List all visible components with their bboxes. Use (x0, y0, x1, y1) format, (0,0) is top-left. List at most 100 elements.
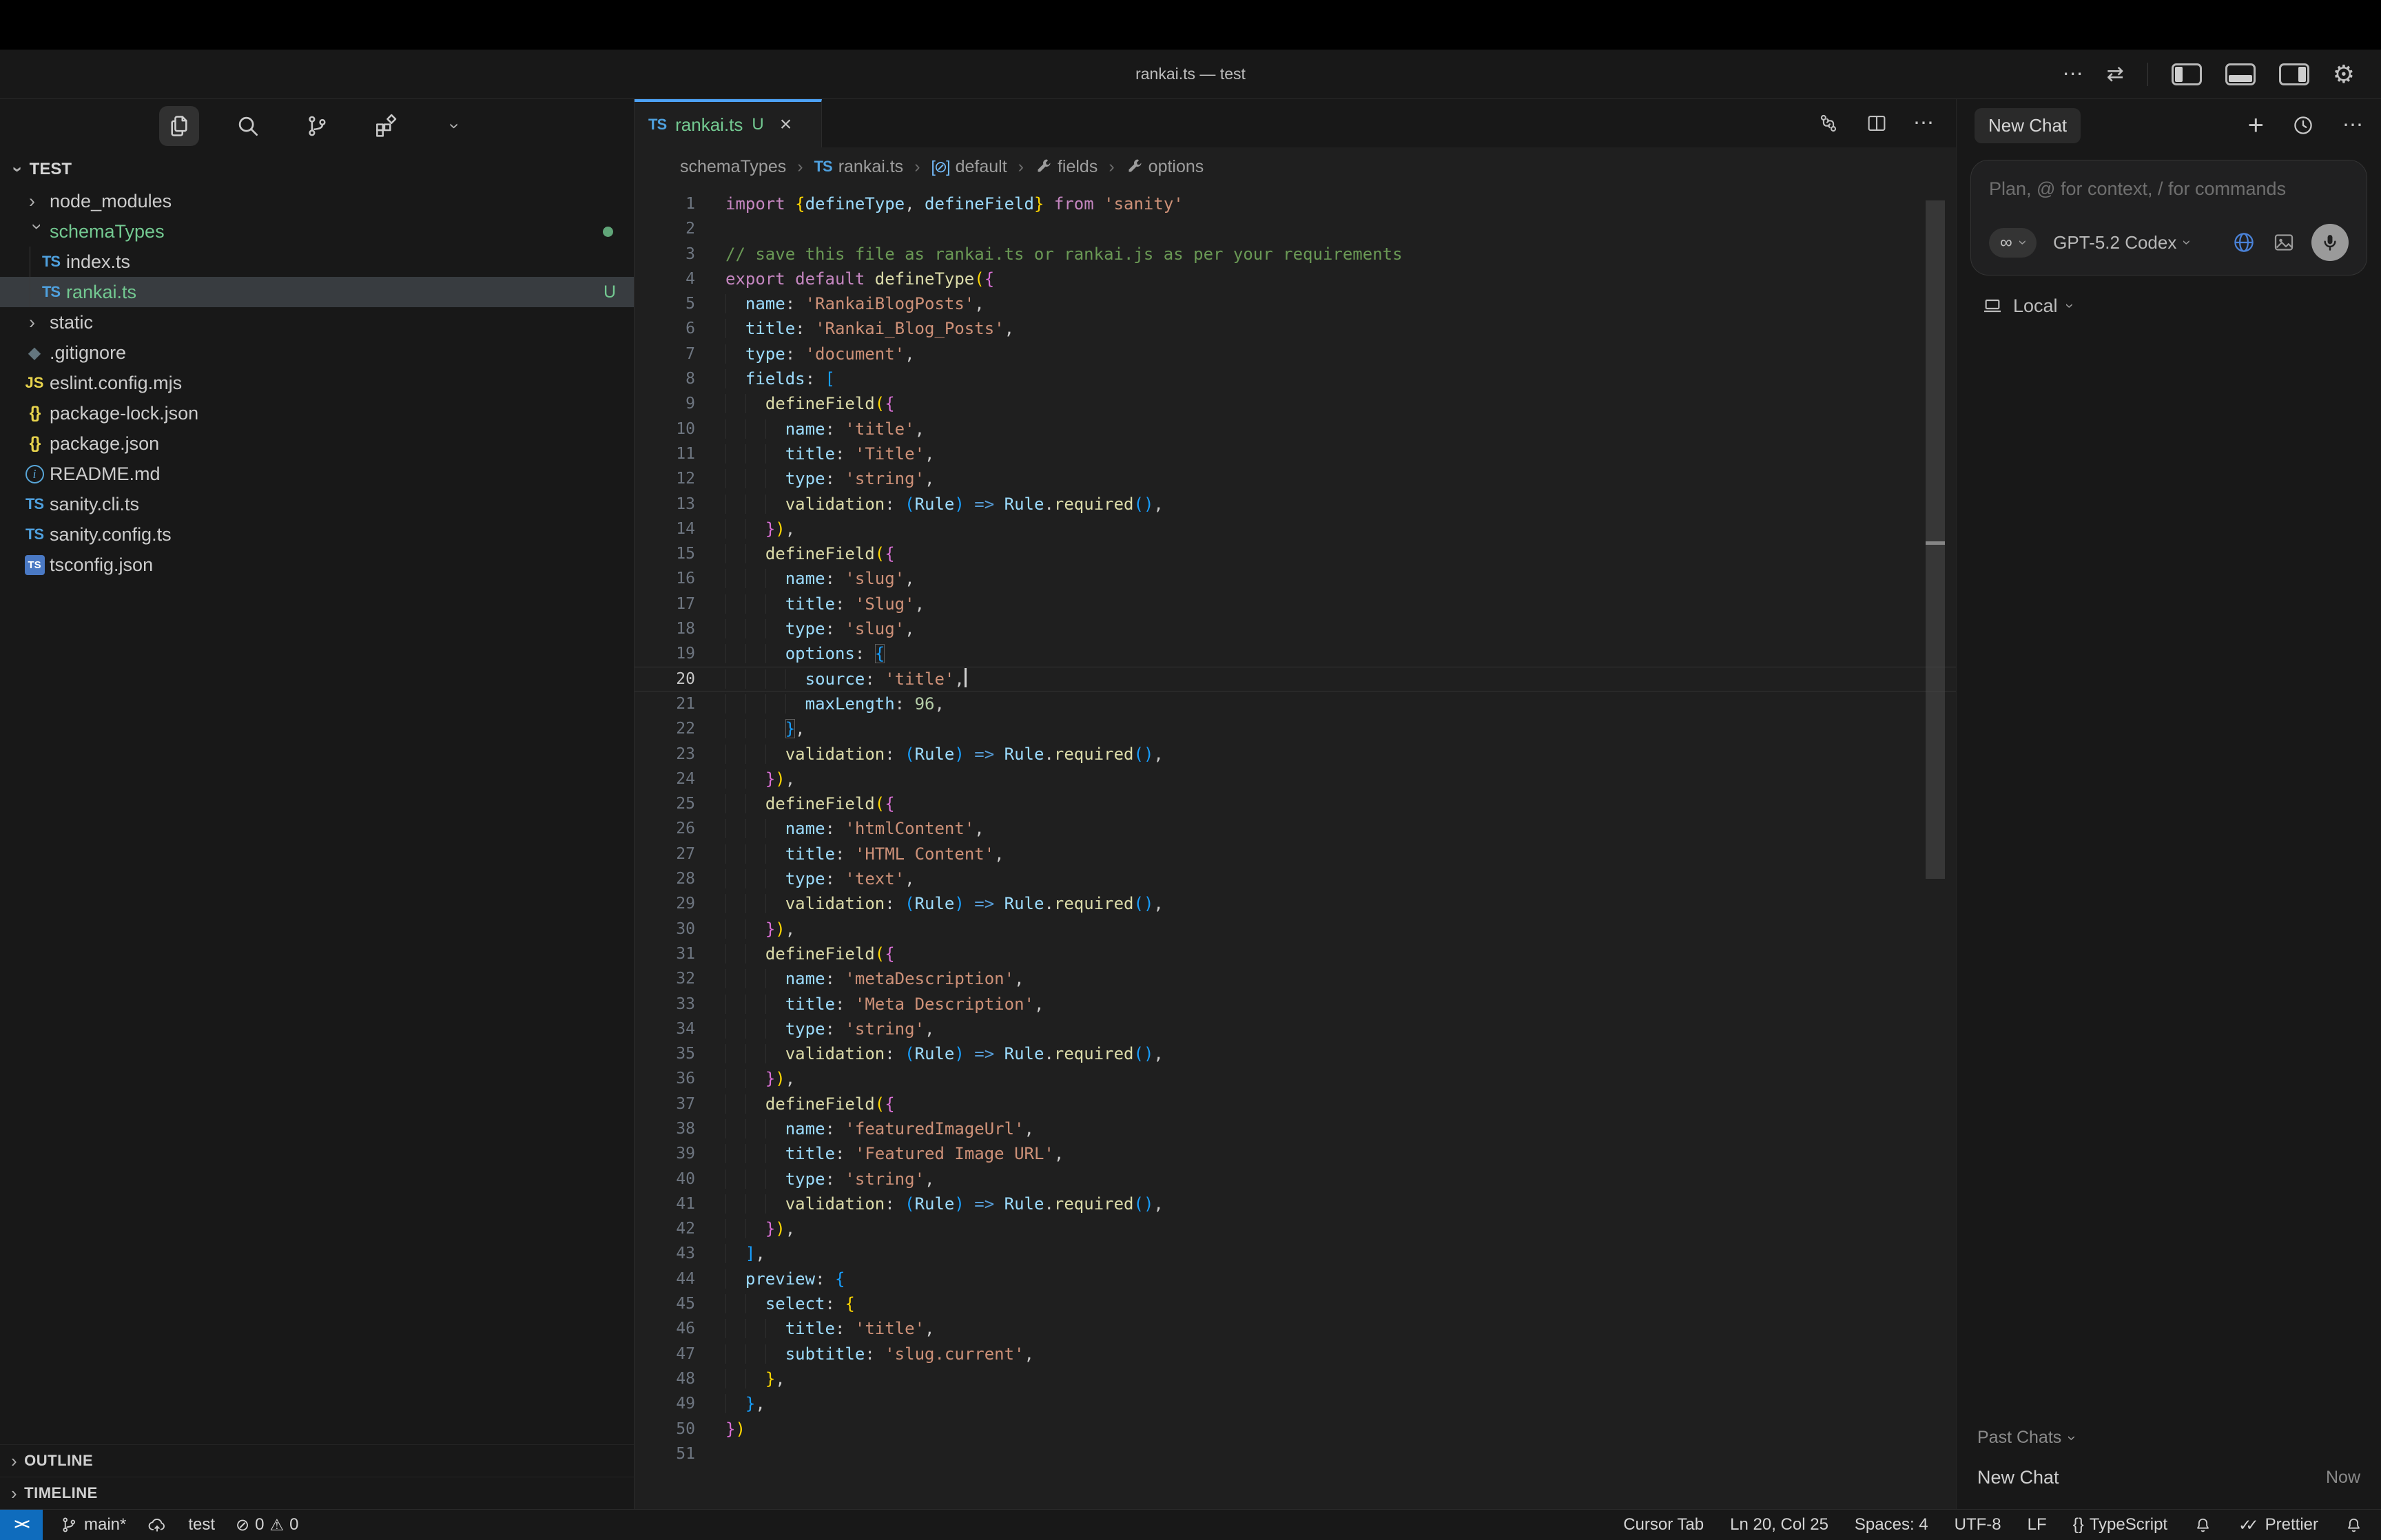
more-icon[interactable]: ⋯ (2342, 115, 2363, 136)
code-line-20[interactable]: 20 source: 'title', (635, 667, 1956, 691)
tree-item-sanity.cli.ts[interactable]: TSsanity.cli.ts (0, 489, 634, 519)
code-line-4[interactable]: 4export default defineType({ (635, 267, 1956, 291)
code-line-8[interactable]: 8 fields: [ (635, 366, 1956, 391)
breadcrumb-item-fields[interactable]: fields (1035, 157, 1097, 177)
tree-item-package-lock.json[interactable]: {}package-lock.json (0, 398, 634, 428)
more-icon[interactable]: ⋯ (2063, 64, 2083, 85)
web-globe-icon[interactable] (2231, 230, 2256, 255)
tree-item-.gitignore[interactable]: ◆.gitignore (0, 337, 634, 368)
code-line-5[interactable]: 5 name: 'RankaiBlogPosts', (635, 291, 1956, 316)
code-line-31[interactable]: 31 defineField({ (635, 941, 1956, 966)
status-spaces-4[interactable]: Spaces: 4 (1855, 1515, 1928, 1534)
context-selector-local[interactable]: Local › (1981, 295, 2381, 317)
split-editor-icon[interactable] (1865, 112, 1888, 135)
code-line-27[interactable]: 27 title: 'HTML Content', (635, 842, 1956, 866)
code-line-41[interactable]: 41 validation: (Rule) => Rule.required()… (635, 1192, 1956, 1216)
problems-item[interactable]: ⊘ 0 ⚠ 0 (236, 1515, 298, 1535)
code-line-24[interactable]: 24 }), (635, 767, 1956, 791)
more-actions-icon[interactable]: ⋯ (1913, 113, 1934, 134)
code-line-44[interactable]: 44 preview: { (635, 1267, 1956, 1291)
tree-item-README.md[interactable]: iREADME.md (0, 459, 634, 489)
code-line-22[interactable]: 22 }, (635, 716, 1956, 741)
more-views-chevron-icon[interactable]: › (435, 106, 475, 146)
code-line-46[interactable]: 46 title: 'title', (635, 1316, 1956, 1341)
tree-item-sanity.config.ts[interactable]: TSsanity.config.ts (0, 519, 634, 550)
code-line-15[interactable]: 15 defineField({ (635, 541, 1956, 566)
code-line-34[interactable]: 34 type: 'string', (635, 1017, 1956, 1041)
code-line-12[interactable]: 12 type: 'string', (635, 466, 1956, 491)
tree-item-tsconfig.json[interactable]: TStsconfig.json (0, 550, 634, 580)
tree-item-rankai.ts[interactable]: TSrankai.tsU (0, 277, 634, 307)
voice-mic-icon[interactable] (2311, 224, 2349, 261)
past-chats-header[interactable]: Past Chats › (1957, 1428, 2381, 1459)
code-line-29[interactable]: 29 validation: (Rule) => Rule.required()… (635, 891, 1956, 916)
new-chat-plus-icon[interactable]: + (2248, 112, 2264, 139)
code-line-14[interactable]: 14 }), (635, 517, 1956, 541)
history-clock-icon[interactable] (2291, 114, 2315, 137)
extensions-icon[interactable] (366, 106, 406, 146)
code-line-18[interactable]: 18 type: 'slug', (635, 616, 1956, 641)
title-bar[interactable]: rankai.ts — test ⋯ ⇄ ⚙ (0, 50, 2381, 99)
code-line-33[interactable]: 33 title: 'Meta Description', (635, 992, 1956, 1017)
code-line-23[interactable]: 23 validation: (Rule) => Rule.required()… (635, 742, 1956, 767)
chat-input-box[interactable]: Plan, @ for context, / for commands ∞ › … (1970, 160, 2367, 275)
code-line-16[interactable]: 16 name: 'slug', (635, 566, 1956, 591)
status-notifications-bell[interactable] (2344, 1516, 2363, 1534)
tree-item-package.json[interactable]: {}package.json (0, 428, 634, 459)
status-ln-20-col-25[interactable]: Ln 20, Col 25 (1730, 1515, 1828, 1534)
code-line-2[interactable]: 2 (635, 216, 1956, 241)
tree-item-index.ts[interactable]: TSindex.ts (0, 247, 634, 277)
code-line-26[interactable]: 26 name: 'htmlContent', (635, 816, 1956, 841)
code-line-3[interactable]: 3// save this file as rankai.ts or ranka… (635, 242, 1956, 267)
code-line-51[interactable]: 51 (635, 1442, 1956, 1466)
status-prettier[interactable]: ✓✓Prettier (2238, 1515, 2318, 1534)
breadcrumb-item-options[interactable]: options (1126, 157, 1204, 177)
model-selector[interactable]: GPT-5.2 Codex › (2053, 232, 2190, 253)
code-line-38[interactable]: 38 name: 'featuredImageUrl', (635, 1116, 1956, 1141)
swap-panels-icon[interactable]: ⇄ (2107, 64, 2124, 85)
code-line-17[interactable]: 17 title: 'Slug', (635, 592, 1956, 616)
code-line-7[interactable]: 7 type: 'document', (635, 342, 1956, 366)
code-line-50[interactable]: 50}) (635, 1417, 1956, 1442)
outline-section[interactable]: › OUTLINE (0, 1444, 634, 1477)
tab-rankai-ts[interactable]: TS rankai.ts U × (635, 99, 822, 147)
code-line-1[interactable]: 1import {defineType, defineField} from '… (635, 191, 1956, 216)
code-line-30[interactable]: 30 }), (635, 917, 1956, 941)
code-line-45[interactable]: 45 select: { (635, 1291, 1956, 1316)
code-line-11[interactable]: 11 title: 'Title', (635, 441, 1956, 466)
editor-scrollbar[interactable] (1926, 200, 1945, 1502)
code-line-42[interactable]: 42 }), (635, 1216, 1956, 1241)
status-typescript[interactable]: {}TypeScript (2073, 1515, 2167, 1534)
breadcrumb-item-schemaTypes[interactable]: schemaTypes (680, 157, 786, 177)
code-line-10[interactable]: 10 name: 'title', (635, 417, 1956, 441)
project-task-item[interactable]: test (188, 1515, 215, 1534)
tree-item-static[interactable]: ›static (0, 307, 634, 337)
code-line-6[interactable]: 6 title: 'Rankai_Blog_Posts', (635, 316, 1956, 341)
code-line-49[interactable]: 49 }, (635, 1391, 1956, 1416)
code-line-43[interactable]: 43 ], (635, 1241, 1956, 1266)
scrollbar-handle[interactable] (1926, 200, 1945, 879)
tree-item-node_modules[interactable]: ›node_modules (0, 186, 634, 216)
code-line-48[interactable]: 48 }, (635, 1366, 1956, 1391)
sync-changes-item[interactable] (147, 1515, 167, 1535)
code-line-39[interactable]: 39 title: 'Featured Image URL', (635, 1141, 1956, 1166)
agent-mode-pill[interactable]: ∞ › (1989, 228, 2037, 258)
code-line-28[interactable]: 28 type: 'text', (635, 866, 1956, 891)
status-utf-8[interactable]: UTF-8 (1955, 1515, 2001, 1534)
status-cursor-tab[interactable]: Cursor Tab (1623, 1515, 1704, 1534)
code-line-13[interactable]: 13 validation: (Rule) => Rule.required()… (635, 492, 1956, 517)
code-line-32[interactable]: 32 name: 'metaDescription', (635, 966, 1956, 991)
code-line-25[interactable]: 25 defineField({ (635, 791, 1956, 816)
code-editor[interactable]: 1import {defineType, defineField} from '… (635, 186, 1956, 1509)
breadcrumb-item-rankai.ts[interactable]: TSrankai.ts (814, 157, 904, 177)
explorer-files-icon[interactable] (159, 106, 199, 146)
code-line-21[interactable]: 21 maxLength: 96, (635, 691, 1956, 716)
code-line-47[interactable]: 47 subtitle: 'slug.current', (635, 1342, 1956, 1366)
chat-tab-new-chat[interactable]: New Chat (1975, 108, 2081, 143)
code-line-36[interactable]: 36 }), (635, 1066, 1956, 1091)
git-branch-item[interactable]: main* (59, 1515, 126, 1534)
attach-image-icon[interactable] (2271, 230, 2296, 255)
layout-sidebar-right-icon[interactable] (2279, 63, 2309, 85)
explorer-root-folder[interactable]: › TEST (0, 153, 634, 186)
layout-panel-bottom-icon[interactable] (2225, 63, 2256, 85)
